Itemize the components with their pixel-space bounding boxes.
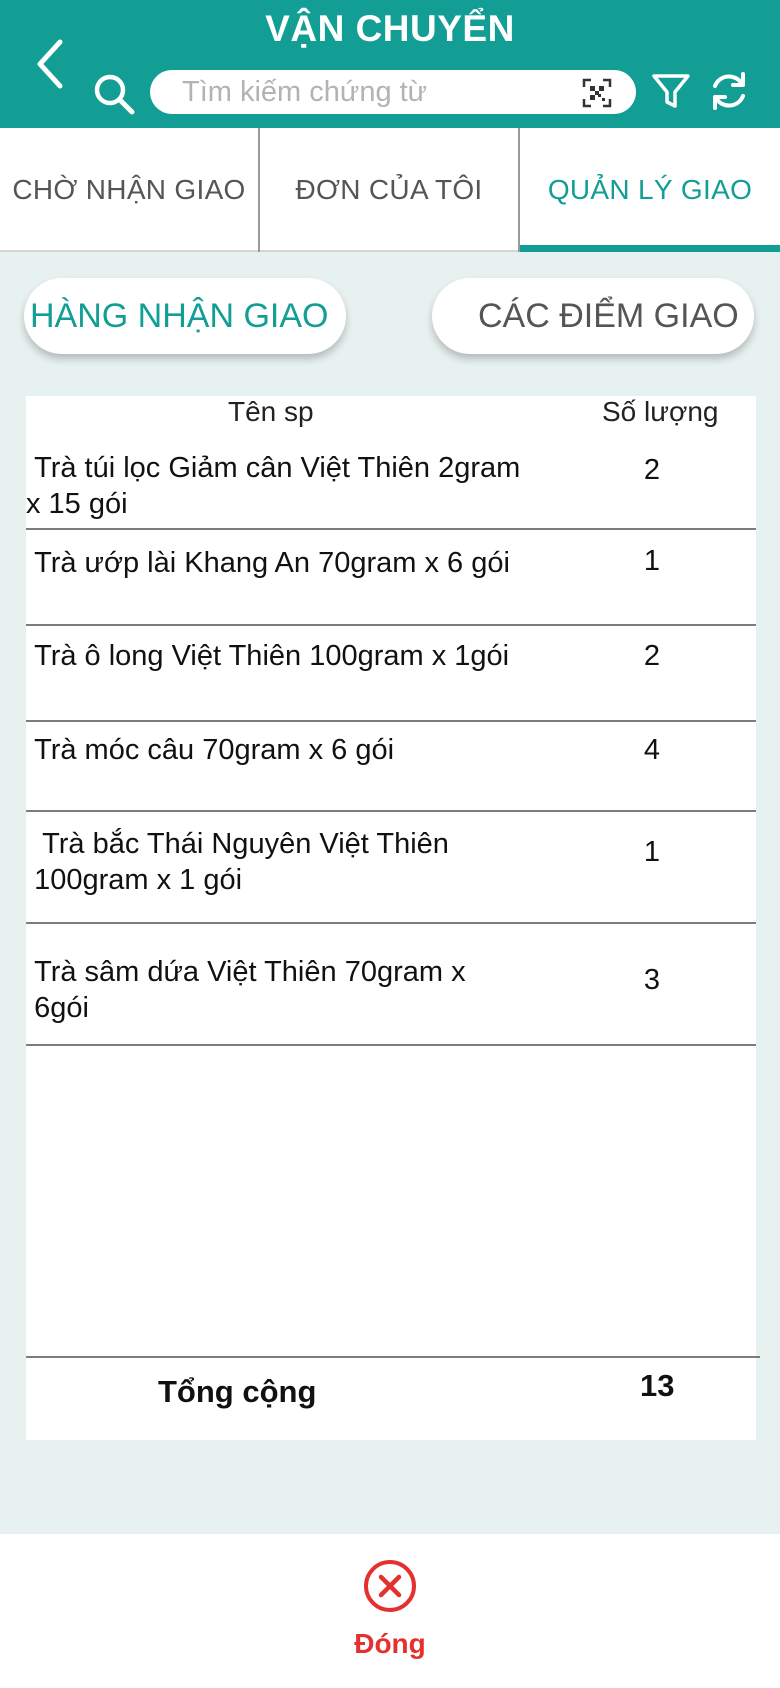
- segment-hang-nhan-giao[interactable]: HÀNG NHẬN GIAO: [24, 278, 346, 354]
- product-name: Trà túi lọc Giảm cân Việt Thiên 2gram x …: [26, 452, 521, 520]
- tab-bar: CHỜ NHẬN GIAO ĐƠN CỦA TÔI QUẢN LÝ GIAO: [0, 128, 780, 252]
- product-name: Trà bắc Thái Nguyên Việt Thiên 100gram x…: [34, 828, 449, 896]
- refresh-icon: [713, 72, 745, 110]
- column-header-qty: Số lượng: [602, 396, 719, 427]
- refresh-button[interactable]: [706, 68, 752, 114]
- table-row: Trà sâm dứa Việt Thiên 70gram x 6gói 3: [26, 924, 756, 1046]
- product-qty: 4: [643, 734, 661, 766]
- total-label: Tổng cộng: [158, 1374, 317, 1409]
- chevron-left-icon: [37, 39, 63, 89]
- product-qty: 1: [643, 545, 661, 577]
- close-button[interactable]: Đóng: [340, 1550, 440, 1670]
- close-label: Đóng: [354, 1628, 426, 1659]
- column-header-name: Tên sp: [228, 396, 314, 427]
- product-name: Trà ô long Việt Thiên 100gram x 1gói: [26, 640, 510, 672]
- close-circle-icon: [364, 1560, 416, 1612]
- product-qty: 1: [643, 836, 661, 868]
- tab-cho-nhan-giao[interactable]: CHỜ NHẬN GIAO: [0, 128, 260, 252]
- filter-button[interactable]: [650, 70, 692, 112]
- tab-don-cua-toi[interactable]: ĐƠN CỦA TÔI: [260, 128, 520, 252]
- tab-quan-ly-giao[interactable]: QUẢN LÝ GIAO: [520, 128, 780, 252]
- search-button[interactable]: [90, 70, 138, 118]
- table-row: Trà ướp lài Khang An 70gram x 6 gói 1: [26, 530, 756, 626]
- total-value: 13: [640, 1368, 675, 1403]
- qr-scan-button[interactable]: [582, 78, 612, 108]
- segment-cac-diem-giao[interactable]: CÁC ĐIỂM GIAO: [432, 278, 754, 354]
- qr-code-icon: [582, 78, 612, 108]
- product-qty: 2: [643, 640, 661, 672]
- table-row: Trà móc câu 70gram x 6 gói 4: [26, 722, 756, 812]
- product-qty: 2: [643, 454, 661, 486]
- table-row: Trà ô long Việt Thiên 100gram x 1gói 2: [26, 626, 756, 722]
- search-input[interactable]: [150, 70, 636, 114]
- back-button[interactable]: [28, 34, 78, 94]
- page-title: VẬN CHUYỂN: [265, 8, 515, 49]
- table-row: Trà bắc Thái Nguyên Việt Thiên 100gram x…: [26, 812, 756, 924]
- product-qty: 3: [643, 964, 661, 996]
- filter-icon: [652, 74, 690, 108]
- app-header: VẬN CHUYỂN: [0, 0, 780, 128]
- product-name: Trà sâm dứa Việt Thiên 70gram x 6gói: [34, 956, 466, 1024]
- product-name: Trà ướp lài Khang An 70gram x 6 gói: [26, 547, 510, 579]
- total-divider: [26, 1356, 760, 1358]
- active-tab-indicator: [520, 245, 780, 252]
- product-name: Trà móc câu 70gram x 6 gói: [26, 734, 395, 766]
- table-row: Trà túi lọc Giảm cân Việt Thiên 2gram x …: [26, 448, 756, 530]
- search-icon: [94, 74, 135, 115]
